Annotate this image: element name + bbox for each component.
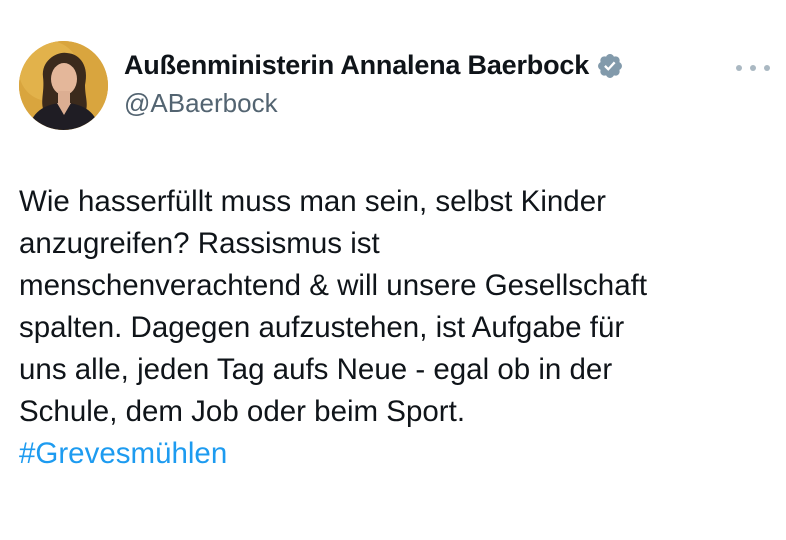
tweet-text-line: spalten. Dagegen aufzustehen, ist Aufgab… [19,311,625,344]
tweet-card: Außenministerin Annalena Baerbock @ABaer… [0,0,786,540]
hashtag-link[interactable]: #Grevesmühlen [19,433,779,475]
tweet-text-line: Wie hasserfüllt muss man sein, selbst Ki… [19,185,606,218]
tweet-text-line: uns alle, jeden Tag aufs Neue - egal ob … [19,353,613,386]
tweet-text-line: Schule, dem Job oder beim Sport. [19,395,466,428]
tweet-text-line: anzugreifen? Rassismus ist [19,227,380,260]
dot [736,65,742,71]
avatar[interactable] [19,41,108,130]
tweet-text: Wie hasserfüllt muss man sein, selbst Ki… [19,181,779,475]
dot [750,65,756,71]
tweet-text-line: menschenverachtend & will unsere Gesells… [19,269,648,302]
author-handle[interactable]: @ABaerbock [124,88,278,119]
author-name-row: Außenministerin Annalena Baerbock [124,50,624,81]
verified-badge-icon [596,52,624,80]
more-options-icon[interactable] [736,58,770,78]
avatar-portrait [19,41,108,130]
display-name[interactable]: Außenministerin Annalena Baerbock [124,50,589,81]
dot [764,65,770,71]
